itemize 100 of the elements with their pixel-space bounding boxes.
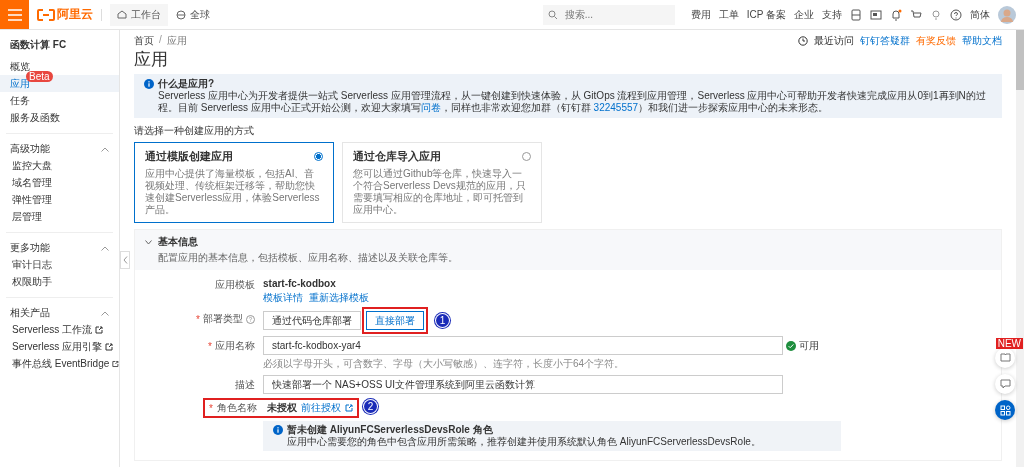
chevron-icon[interactable] <box>145 239 152 245</box>
sidebar-item[interactable]: 事件总线 EventBridge <box>12 356 110 371</box>
info-text: Serverless 应用中心为开发者提供一站式 Serverless 应用管理流程，从一键创建到快速体验，从 GitOps 流程到应用管理，Serverless 应用中心可帮助开发者快速完成应用从0到1再到N的过程。目前 Serverless 应用中心正式开始公测，欢迎大家填写问卷，同样也非常欢迎您加群（钉钉群 32245557）和我们进一步探索应用中心的未来形态。 <box>158 90 987 114</box>
prompt-text: 请选择一种创建应用的方式 <box>134 124 255 138</box>
availability-status: 可用 <box>799 338 819 353</box>
nav-link[interactable]: 费用 <box>690 7 711 22</box>
product-title: 函数计算 FC <box>9 38 68 52</box>
new-badge: NEW <box>995 338 1023 349</box>
template-link[interactable]: 模板详情 <box>263 291 303 305</box>
help-icon[interactable] <box>246 314 255 324</box>
nav-link[interactable]: 支持 <box>822 7 842 22</box>
page-title: 应用 <box>134 50 169 70</box>
region-selector[interactable]: 全球 <box>176 7 210 22</box>
radio-button[interactable] <box>314 152 323 161</box>
nav-link[interactable]: 企业 <box>794 7 814 22</box>
role-status: 未授权 <box>266 401 297 415</box>
sidebar-item[interactable]: Serverless 工作流 <box>12 322 92 337</box>
required-mark: * <box>208 340 212 352</box>
search-button[interactable] <box>542 4 563 25</box>
group-title: 高级功能 <box>10 142 50 156</box>
logo-icon <box>37 8 55 21</box>
sidebar-item[interactable]: 监控大盘 <box>12 158 52 173</box>
brand-name: 阿里云 <box>57 6 93 23</box>
required-mark: * <box>196 313 200 325</box>
info-link[interactable]: 问卷 <box>420 102 441 113</box>
mobile-icon[interactable] <box>850 8 862 21</box>
bell-icon[interactable] <box>890 8 902 21</box>
search-field[interactable]: 搜索... <box>562 4 675 25</box>
search-icon <box>547 9 558 20</box>
workbench-button[interactable]: 工作台 <box>110 3 168 26</box>
field-hint: 必须以字母开头，可含数字、字母（大小写敏感）、连字符，长度小于64个字符。 <box>263 357 626 371</box>
nav-link[interactable]: ICP 备案 <box>746 7 786 22</box>
field-label: 应用模板 <box>215 278 255 292</box>
sidebar-item[interactable]: 权限助手 <box>12 274 52 289</box>
menu-icon <box>7 8 22 21</box>
template-name: start-fc-kodbox <box>263 277 337 289</box>
section-subtitle: 配置应用的基本信息，包括模板、应用名称、描述以及关联仓库等。 <box>158 251 459 265</box>
lightbulb-icon[interactable] <box>930 8 942 21</box>
sidebar-item[interactable]: 域名管理 <box>12 175 52 190</box>
home-icon <box>117 10 127 19</box>
info-icon <box>273 425 283 435</box>
group-title: 更多功能 <box>10 241 50 255</box>
external-link-icon[interactable] <box>95 325 103 334</box>
language-selector[interactable]: 简体 <box>970 7 990 22</box>
notice-text: 应用中心需要您的角色中包含应用所需策略，推荐创建并使用系统默认角色 AliyunFCServerlessDevsRole。 <box>287 436 762 448</box>
sidebar-item[interactable]: 层管理 <box>12 209 42 224</box>
breadcrumb-item[interactable]: 首页 <box>134 33 154 48</box>
collapse-icon[interactable] <box>101 310 109 316</box>
help-icon[interactable] <box>950 8 962 21</box>
globe-icon <box>176 9 187 20</box>
section-title: 基本信息 <box>158 235 198 249</box>
option-card[interactable]: 通过仓库导入应用 您可以通过Github等仓库，快速导入一个符合Serverless Devs规范的应用，只需要填写相应的仓库地址，即可托管到应用中心。 <box>342 142 542 223</box>
scrollbar-thumb[interactable] <box>1016 30 1024 90</box>
info-icon <box>144 79 154 89</box>
apps-button[interactable] <box>995 400 1015 420</box>
header-link[interactable]: 帮助文档 <box>962 33 1002 48</box>
sidebar-item[interactable]: 任务 <box>0 92 119 109</box>
grid-icon <box>999 404 1011 416</box>
field-label: 角色名称 <box>216 401 257 415</box>
avatar-icon[interactable] <box>998 5 1016 24</box>
collapse-icon[interactable] <box>101 146 109 152</box>
text-input[interactable]: start-fc-kodbox-yar4 <box>263 336 783 355</box>
sidebar-item[interactable]: 服务及函数 <box>0 109 119 126</box>
option-description: 应用中心提供了海量模板，包括AI、音视频处理、传统框架迁移等，帮助您快速创建Serverless应用，体验Serverless产品。 <box>145 168 321 216</box>
sidebar-item[interactable]: 弹性管理 <box>12 192 52 207</box>
collapse-icon[interactable] <box>101 245 109 251</box>
text-input[interactable]: 快速部署一个 NAS+OSS UI文件管理系统到阿里云函数计算 <box>263 375 783 394</box>
external-link-icon[interactable] <box>112 359 119 368</box>
external-link-icon[interactable] <box>105 342 113 351</box>
notice-title: 暂未创建 AliyunFCServerlessDevsRole 角色 <box>287 424 493 436</box>
screen-icon[interactable] <box>870 8 882 21</box>
sidebar-item[interactable]: Serverless 应用引擎 <box>12 339 102 354</box>
field-label: 部署类型 <box>203 312 243 326</box>
header-link[interactable]: 钉钉答疑群 <box>860 33 910 48</box>
book-icon <box>999 353 1011 363</box>
info-link[interactable]: 32245557 <box>593 102 639 113</box>
option-title: 通过模版创建应用 <box>145 149 233 164</box>
template-link[interactable]: 重新选择模板 <box>309 291 369 305</box>
breadcrumb-item: 应用 <box>166 33 187 48</box>
chat-icon <box>999 379 1011 389</box>
field-label: 描述 <box>235 378 255 392</box>
menu-button[interactable] <box>0 0 29 29</box>
option-title: 通过仓库导入应用 <box>353 149 441 164</box>
collapse-sidebar-button[interactable] <box>120 251 130 269</box>
info-title: 什么是应用? <box>158 78 215 90</box>
chevron-left-icon <box>122 256 128 264</box>
segment-button[interactable]: 通过代码仓库部署 <box>263 311 361 330</box>
authorize-link[interactable]: 前往授权 <box>300 401 341 415</box>
field-label: 应用名称 <box>215 339 255 353</box>
group-title: 相关产品 <box>10 306 50 320</box>
required-mark: * <box>209 402 213 414</box>
guide-button[interactable] <box>995 348 1015 368</box>
cart-icon[interactable] <box>910 8 922 21</box>
nav-link[interactable]: 工单 <box>718 7 739 22</box>
segment-button[interactable]: 直接部署 <box>366 311 424 330</box>
header-link[interactable]: 最近访问 <box>814 33 854 48</box>
step-number-badge: 2 <box>363 400 377 413</box>
option-card[interactable]: 通过模版创建应用 应用中心提供了海量模板，包括AI、音视频处理、传统框架迁移等，帮助您快速创建Serverless应用，体验Serverless产品。 <box>134 142 334 223</box>
breadcrumb-separator: / <box>159 33 162 47</box>
sidebar-item[interactable]: 审计日志 <box>12 257 52 272</box>
